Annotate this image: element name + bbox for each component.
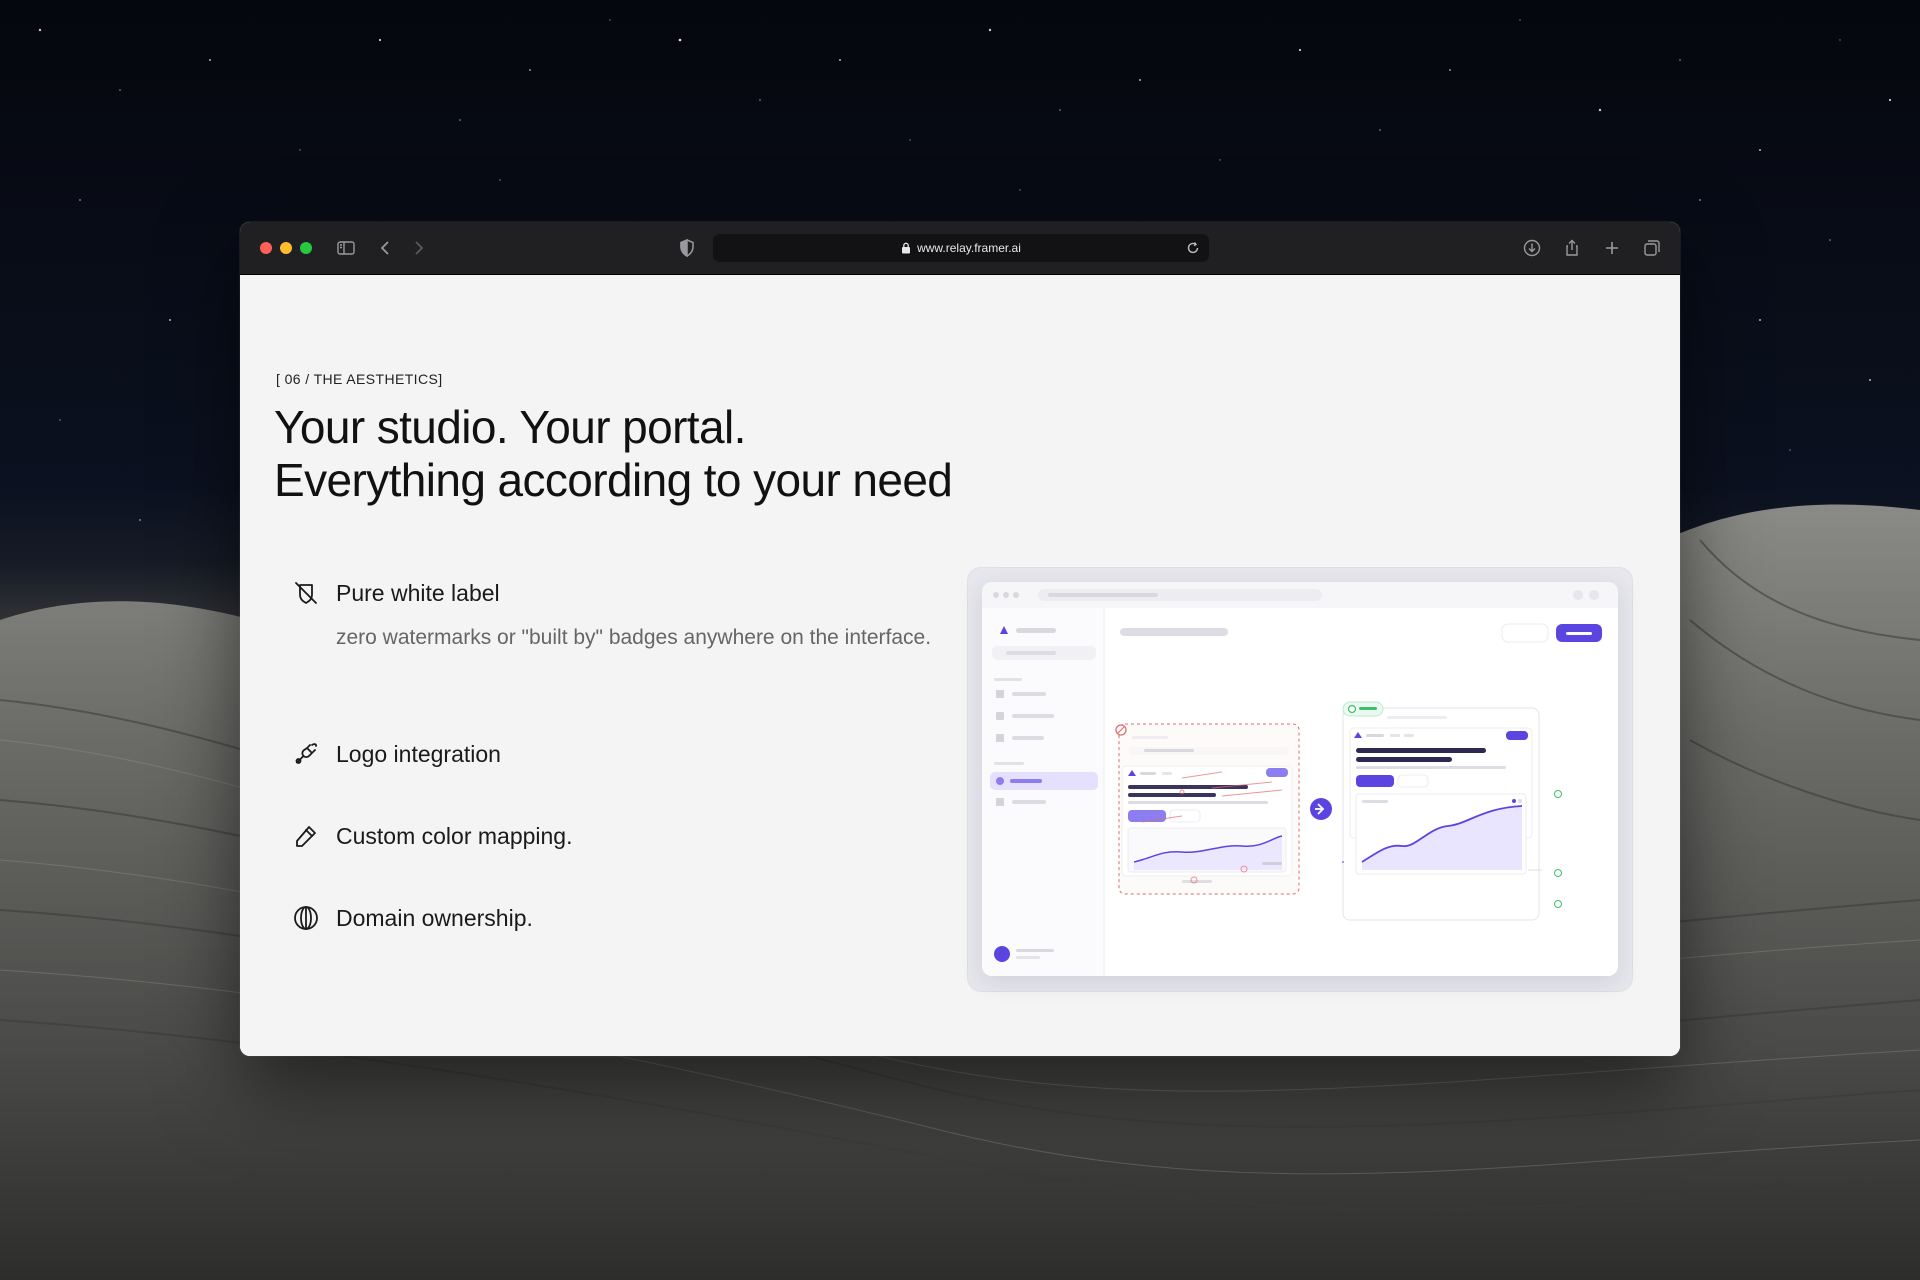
dashboard-illustration	[967, 567, 1633, 992]
no-badge-icon	[295, 582, 317, 604]
headline-line-1: Your studio. Your portal.	[274, 401, 746, 453]
minimize-window-button[interactable]	[280, 242, 292, 254]
browser-toolbar: www.relay.framer.ai	[240, 222, 1680, 275]
feature-title: Logo integration	[336, 741, 501, 767]
plug-icon	[295, 743, 317, 764]
feature-title: Custom color mapping.	[336, 823, 573, 849]
new-tab-icon[interactable]	[1600, 236, 1624, 260]
tab-overview-icon[interactable]	[1640, 236, 1664, 260]
feature-title: Pure white label	[336, 580, 500, 606]
section-eyebrow: [ 06 / THE AESTHETICS]	[276, 371, 443, 387]
back-icon[interactable]	[374, 236, 398, 260]
reload-icon[interactable]	[1185, 240, 1201, 256]
page-content: [ 06 / THE AESTHETICS] Your studio. Your…	[240, 275, 1680, 1056]
browser-window: www.relay.framer.ai [ 06 / THE AESTHETIC…	[240, 222, 1680, 1056]
close-window-button[interactable]	[260, 242, 272, 254]
eyedropper-icon	[296, 826, 316, 847]
globe-icon	[294, 906, 318, 930]
zoom-window-button[interactable]	[300, 242, 312, 254]
forward-icon[interactable]	[406, 236, 430, 260]
headline-line-2: Everything according to your need	[274, 454, 953, 506]
share-icon[interactable]	[1560, 236, 1584, 260]
url-text: www.relay.framer.ai	[917, 241, 1021, 255]
privacy-shield-icon[interactable]	[675, 236, 699, 260]
section-headline: Your studio. Your portal. Everything acc…	[274, 401, 1174, 507]
dashboard-mockup-drawing	[982, 582, 1618, 976]
lock-icon	[902, 242, 911, 254]
address-bar[interactable]: www.relay.framer.ai	[713, 234, 1209, 262]
sidebar-toggle-icon[interactable]	[334, 236, 358, 260]
dashboard-mockup	[982, 582, 1618, 976]
feature-description: zero watermarks or "built by" badges any…	[336, 626, 932, 649]
downloads-icon[interactable]	[1520, 236, 1544, 260]
feature-title: Domain ownership.	[336, 905, 533, 931]
